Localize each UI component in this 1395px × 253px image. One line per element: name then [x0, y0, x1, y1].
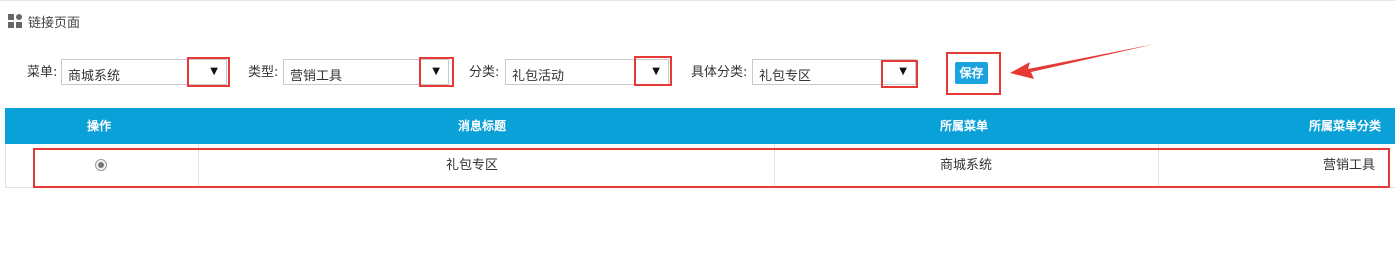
- cell-menu-category: 营销工具: [1323, 158, 1376, 173]
- page-title: 链接页面: [28, 15, 81, 31]
- annotation-arrow-icon: [1010, 44, 1155, 79]
- top-divider: [0, 0, 1395, 1]
- column-header-title: 消息标题: [458, 119, 507, 133]
- cell-menu: 商城系统: [940, 158, 993, 173]
- type-select-value: 营销工具: [290, 69, 343, 84]
- category-select[interactable]: 礼包活动 ▼: [505, 59, 669, 85]
- chevron-down-icon[interactable]: ▼: [899, 66, 907, 77]
- category-label: 分类:: [469, 65, 500, 80]
- subcategory-select-value: 礼包专区: [759, 69, 812, 84]
- table-row[interactable]: 礼包专区 商城系统 营销工具: [5, 144, 1395, 188]
- message-table: 操作 消息标题 所属菜单 所属菜单分类 礼包专区 商城系统 营销工具: [5, 108, 1395, 188]
- table-header: 操作 消息标题 所属菜单 所属菜单分类: [5, 108, 1395, 144]
- menu-select-value: 商城系统: [68, 69, 121, 84]
- subcategory-label: 具体分类:: [691, 65, 748, 80]
- chevron-down-icon[interactable]: ▼: [652, 66, 660, 77]
- chevron-down-icon[interactable]: ▼: [210, 66, 218, 77]
- row-radio[interactable]: [95, 159, 107, 171]
- menu-label: 菜单:: [27, 65, 58, 80]
- page-header: 链接页面: [8, 12, 81, 31]
- menu-select[interactable]: 商城系统 ▼: [61, 59, 227, 85]
- type-select[interactable]: 营销工具 ▼: [283, 59, 449, 85]
- grid-icon: [8, 14, 22, 28]
- cell-title: 礼包专区: [446, 158, 499, 173]
- column-header-menu-category: 所属菜单分类: [1309, 119, 1382, 133]
- save-button[interactable]: 保存: [955, 62, 988, 84]
- column-header-action: 操作: [87, 119, 112, 133]
- type-label: 类型:: [248, 65, 279, 80]
- chevron-down-icon[interactable]: ▼: [432, 66, 440, 77]
- column-header-menu: 所属菜单: [940, 119, 989, 133]
- subcategory-select[interactable]: 礼包专区 ▼: [752, 59, 916, 85]
- category-select-value: 礼包活动: [512, 69, 565, 84]
